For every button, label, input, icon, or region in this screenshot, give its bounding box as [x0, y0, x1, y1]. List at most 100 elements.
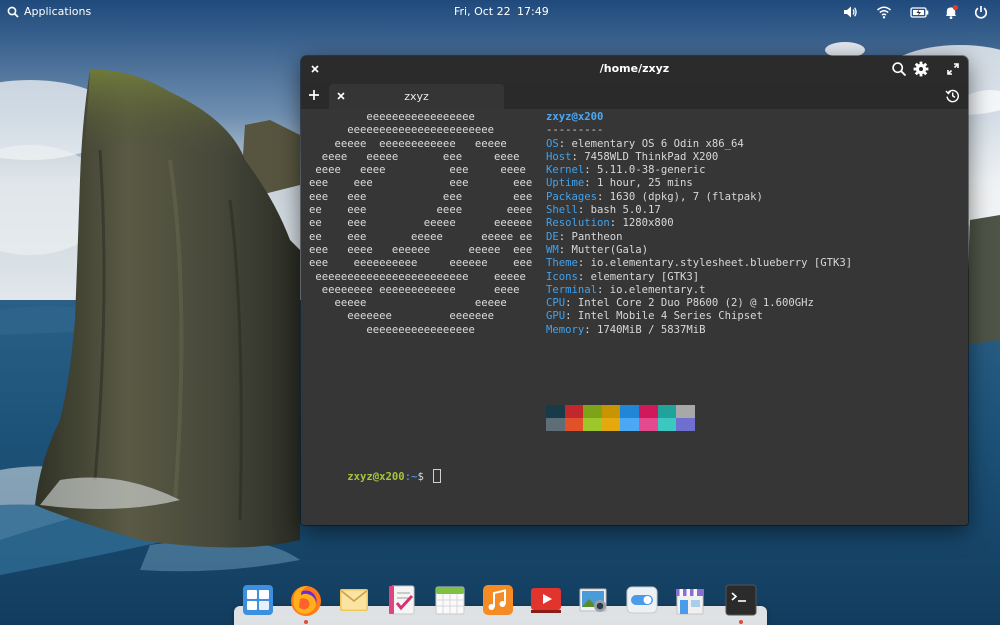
panel-time[interactable]: 17:49 — [517, 4, 549, 20]
applications-menu[interactable]: Applications — [7, 4, 91, 20]
info-colon: : — [558, 243, 572, 256]
info-colon: : — [577, 257, 591, 270]
info-key: Icons — [546, 270, 578, 283]
color-swatch — [638, 405, 658, 418]
prompt-path: :~ — [404, 471, 418, 484]
info-colon: : — [584, 323, 598, 336]
search-icon[interactable] — [891, 61, 907, 77]
info-line: Icons: elementary [GTK3] — [546, 271, 852, 284]
info-colon: : — [577, 270, 591, 283]
terminal-window: /home/zxyz zxyz eeeeeeeeeeeeeeeee eeeeee… — [301, 56, 968, 525]
info-value: Intel Core 2 Duo P8600 (2) @ 1.600GHz — [577, 297, 814, 310]
info-colon: : — [584, 164, 598, 177]
info-line: Memory: 1740MiB / 5837MiB — [546, 324, 852, 337]
power-icon[interactable] — [973, 4, 989, 20]
gear-icon[interactable] — [913, 61, 929, 77]
color-swatch — [676, 405, 695, 418]
user-host: zxyz@x200 — [546, 111, 604, 123]
info-line: Theme: io.elementary.stylesheet.blueberr… — [546, 257, 852, 270]
new-tab-button[interactable] — [307, 88, 321, 102]
info-line: Terminal: io.elementary.t — [546, 284, 852, 297]
info-value: Mutter(Gala) — [571, 243, 649, 256]
window-titlebar[interactable]: /home/zxyz — [301, 56, 968, 82]
color-swatch — [583, 405, 602, 418]
info-key: GPU — [546, 310, 566, 323]
tab-zxyz[interactable]: zxyz — [329, 84, 504, 109]
terminal-icon[interactable] — [724, 583, 758, 617]
info-colon: : — [571, 150, 585, 163]
system-info: zxyz@x200 --------- OS: elementary OS 6 … — [546, 111, 852, 337]
info-line: Host: 7458WLD ThinkPad X200 — [546, 151, 852, 164]
prompt-line[interactable]: zxyz@x200:~$ — [309, 456, 442, 498]
volume-icon[interactable] — [842, 4, 858, 20]
color-swatch — [564, 418, 584, 431]
info-line: GPU: Intel Mobile 4 Series Chipset — [546, 310, 852, 323]
info-line: Uptime: 1 hour, 25 mins — [546, 177, 852, 190]
prompt-symbol: $ — [417, 471, 431, 484]
info-key: Terminal — [546, 283, 598, 296]
mail-icon[interactable] — [337, 583, 371, 617]
info-value: Pantheon — [571, 230, 623, 243]
color-swatch — [676, 418, 695, 431]
color-swatch — [546, 418, 565, 431]
info-key: WM — [546, 243, 559, 256]
info-line: Kernel: 5.11.0-38-generic — [546, 164, 852, 177]
search-icon — [7, 6, 19, 18]
multitasking-view-icon[interactable] — [241, 583, 275, 617]
info-line: Packages: 1630 (dpkg), 7 (flatpak) — [546, 191, 852, 204]
color-swatch — [657, 405, 677, 418]
info-colon: : — [565, 310, 578, 323]
info-key: Theme — [546, 257, 578, 270]
tab-bar: zxyz — [301, 82, 968, 109]
info-colon: : — [577, 204, 591, 217]
tasks-icon[interactable] — [385, 583, 419, 617]
info-value: 1280x800 — [622, 217, 674, 230]
separator: --------- — [546, 124, 604, 137]
info-line: Resolution: 1280x800 — [546, 217, 852, 230]
battery-icon[interactable] — [910, 4, 929, 20]
color-swatch — [601, 405, 621, 418]
photos-icon[interactable] — [577, 583, 611, 617]
info-value: Intel Mobile 4 Series Chipset — [577, 310, 763, 323]
info-line: DE: Pantheon — [546, 231, 852, 244]
info-value: io.elementary.t — [609, 283, 706, 296]
info-colon: : — [558, 137, 572, 150]
settings-icon[interactable] — [625, 583, 659, 617]
info-colon: : — [597, 283, 610, 296]
info-list: OS: elementary OS 6 Odin x86_64 Host: 745… — [546, 138, 852, 337]
notifications-icon[interactable] — [943, 4, 959, 20]
music-icon[interactable] — [481, 583, 515, 617]
ascii-logo: eeeeeeeeeeeeeeeee eeeeeeeeeeeeeeeeeeeeee… — [309, 111, 533, 336]
info-key: CPU — [546, 297, 566, 310]
info-key: Shell — [546, 204, 578, 217]
history-icon[interactable] — [945, 88, 960, 103]
color-swatch — [583, 418, 602, 431]
info-key: Packages — [546, 190, 598, 203]
tab-label: zxyz — [404, 90, 429, 103]
running-indicator — [304, 620, 308, 624]
info-line: Shell: bash 5.0.17 — [546, 204, 852, 217]
applications-label: Applications — [24, 5, 92, 18]
info-colon: : — [558, 230, 572, 243]
firefox-icon[interactable] — [289, 583, 323, 617]
panel-date[interactable]: Fri, Oct 22 — [454, 4, 511, 20]
info-colon: : — [609, 217, 623, 230]
terminal-output[interactable]: eeeeeeeeeeeeeeeee eeeeeeeeeeeeeeeeeeeeee… — [301, 109, 968, 525]
info-value: elementary OS 6 Odin x86_64 — [571, 137, 744, 150]
info-colon: : — [597, 190, 610, 203]
info-key: OS — [546, 137, 559, 150]
maximize-icon[interactable] — [945, 61, 961, 77]
color-swatch — [620, 418, 639, 431]
videos-icon[interactable] — [529, 583, 563, 617]
calendar-icon[interactable] — [433, 583, 467, 617]
info-value: 1630 (dpkg), 7 (flatpak) — [609, 190, 763, 203]
info-value: 5.11.0-38-generic — [597, 164, 706, 177]
info-value: 1740MiB / 5837MiB — [597, 323, 706, 336]
wifi-icon[interactable] — [876, 4, 892, 20]
info-value: bash 5.0.17 — [590, 204, 661, 217]
color-swatch — [546, 405, 565, 418]
window-title: /home/zxyz — [599, 62, 670, 75]
appcenter-icon[interactable] — [673, 583, 707, 617]
info-key: Memory — [546, 323, 585, 336]
info-key: Kernel — [546, 164, 585, 177]
